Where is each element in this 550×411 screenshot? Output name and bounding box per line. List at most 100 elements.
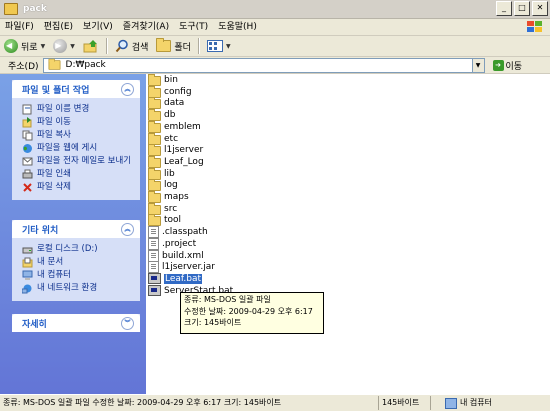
file-item[interactable]: db bbox=[148, 109, 176, 122]
folder-icon bbox=[148, 97, 161, 110]
file-name: l1jserver.jar bbox=[162, 262, 215, 273]
address-input[interactable]: D:₩pack ▼ bbox=[42, 57, 485, 73]
computer-icon bbox=[22, 270, 33, 280]
go-label: 이동 bbox=[505, 61, 523, 72]
views-button[interactable]: ▼ bbox=[203, 37, 235, 55]
details-title: 자세히 bbox=[22, 319, 47, 330]
task-email[interactable]: 파일을 전자 메일로 보내기 bbox=[22, 155, 134, 168]
menu-bar: 파일(F) 편집(E) 보기(V) 즐겨찾기(A) 도구(T) 도움말(H) bbox=[0, 19, 550, 36]
chevron-down-icon: ▼ bbox=[70, 42, 75, 50]
forward-button[interactable]: ▶ ▼ bbox=[49, 37, 79, 55]
file-item[interactable]: lib bbox=[148, 167, 175, 180]
task-label: 파일을 전자 메일로 보내기 bbox=[37, 156, 132, 166]
file-item[interactable]: config bbox=[148, 85, 192, 98]
file-item[interactable]: l1jserver.jar bbox=[148, 261, 215, 274]
file-item[interactable]: emblem bbox=[148, 120, 201, 133]
status-location: 내 컴퓨터 bbox=[431, 396, 550, 410]
window-title: pack bbox=[23, 4, 47, 14]
file-name: etc bbox=[164, 133, 179, 144]
file-item[interactable]: etc bbox=[148, 132, 179, 145]
batch-file-icon bbox=[148, 285, 161, 297]
task-pane: 파일 및 폴더 작업 ︽ 파일 이름 변경 파일 이동 파일 복사 파일을 웹에… bbox=[0, 74, 146, 394]
place-my-documents[interactable]: 내 문서 bbox=[22, 256, 134, 269]
task-print[interactable]: 파일 인쇄 bbox=[22, 168, 134, 181]
address-dropdown-button[interactable]: ▼ bbox=[471, 58, 484, 72]
file-item[interactable]: Leaf_Log bbox=[148, 155, 204, 168]
window-controls: _ □ ✕ bbox=[496, 1, 548, 16]
file-item[interactable]: maps bbox=[148, 191, 189, 203]
folder-icon bbox=[148, 179, 161, 192]
search-button[interactable]: 검색 bbox=[111, 37, 153, 55]
folders-label: 폴더 bbox=[174, 42, 191, 53]
menu-help[interactable]: 도움말(H) bbox=[213, 19, 262, 35]
place-local-disk[interactable]: 로컬 디스크 (D:) bbox=[22, 243, 134, 256]
other-places-header[interactable]: 기타 위치 ︽ bbox=[12, 220, 140, 238]
up-folder-icon bbox=[83, 40, 97, 53]
file-item[interactable]: .project bbox=[148, 237, 197, 250]
file-name: bin bbox=[164, 75, 178, 85]
task-publish-web[interactable]: 파일을 웹에 게시 bbox=[22, 142, 134, 155]
folders-icon bbox=[156, 38, 172, 52]
collapse-icon[interactable]: ︽ bbox=[121, 82, 134, 96]
close-button[interactable]: ✕ bbox=[532, 1, 548, 16]
file-tasks-list: 파일 이름 변경 파일 이동 파일 복사 파일을 웹에 게시 파일을 전자 메일… bbox=[12, 98, 140, 200]
title-bar: pack _ □ ✕ bbox=[0, 0, 550, 19]
menu-tools[interactable]: 도구(T) bbox=[174, 19, 213, 35]
up-folder-button[interactable] bbox=[79, 37, 103, 55]
file-item[interactable]: src bbox=[148, 202, 178, 215]
task-rename[interactable]: 파일 이름 변경 bbox=[22, 103, 134, 116]
menu-file[interactable]: 파일(F) bbox=[0, 19, 39, 35]
collapse-icon[interactable]: ︽ bbox=[121, 222, 134, 236]
go-button[interactable]: ➜ 이동 bbox=[492, 59, 523, 72]
menu-edit[interactable]: 편집(E) bbox=[39, 19, 78, 35]
copy-icon bbox=[22, 130, 33, 141]
file-item[interactable]: bin bbox=[148, 74, 178, 86]
file-tasks-panel: 파일 및 폴더 작업 ︽ 파일 이름 변경 파일 이동 파일 복사 파일을 웹에… bbox=[12, 80, 140, 200]
other-places-list: 로컬 디스크 (D:) 내 문서 내 컴퓨터 내 네트워크 환경 bbox=[12, 238, 140, 301]
file-item-selected[interactable]: Leaf.bat bbox=[148, 273, 203, 285]
place-my-network[interactable]: 내 네트워크 환경 bbox=[22, 282, 134, 295]
address-bar: 주소(D) D:₩pack ▼ ➜ 이동 bbox=[0, 57, 550, 74]
file-item[interactable]: l1jserver bbox=[148, 144, 203, 157]
file-item[interactable]: build.xml bbox=[148, 249, 204, 262]
document-icon bbox=[148, 226, 159, 239]
file-name: .classpath bbox=[162, 227, 208, 238]
folders-button[interactable]: 폴더 bbox=[152, 37, 195, 55]
task-move[interactable]: 파일 이동 bbox=[22, 116, 134, 129]
file-name: db bbox=[164, 110, 176, 121]
folder-icon bbox=[48, 58, 61, 70]
task-copy[interactable]: 파일 복사 bbox=[22, 129, 134, 142]
file-name: src bbox=[164, 203, 178, 214]
folder-icon bbox=[148, 167, 161, 180]
folder-icon bbox=[148, 214, 161, 227]
expand-icon[interactable]: ︾ bbox=[121, 316, 134, 330]
computer-icon bbox=[445, 397, 457, 409]
email-icon bbox=[22, 157, 33, 166]
file-item[interactable]: data bbox=[148, 97, 184, 110]
task-delete[interactable]: 파일 삭제 bbox=[22, 181, 134, 194]
maximize-button[interactable]: □ bbox=[514, 1, 530, 16]
file-list: bin config data db emblem etc l1jserver … bbox=[146, 74, 550, 394]
menu-view[interactable]: 보기(V) bbox=[78, 19, 118, 35]
back-arrow-icon: ◀ bbox=[4, 39, 18, 53]
place-label: 로컬 디스크 (D:) bbox=[37, 244, 98, 254]
file-item[interactable]: log bbox=[148, 179, 178, 192]
file-name: Leaf.bat bbox=[164, 273, 203, 284]
task-label: 파일 이름 변경 bbox=[37, 104, 90, 114]
file-tasks-header[interactable]: 파일 및 폴더 작업 ︽ bbox=[12, 80, 140, 98]
details-header[interactable]: 자세히 ︾ bbox=[12, 314, 140, 332]
place-my-computer[interactable]: 내 컴퓨터 bbox=[22, 269, 134, 282]
file-item[interactable]: .classpath bbox=[148, 226, 208, 239]
file-name: .project bbox=[162, 238, 197, 249]
menu-favorites[interactable]: 즐겨찾기(A) bbox=[118, 19, 174, 35]
back-button[interactable]: ◀ 뒤로 ▼ bbox=[0, 37, 49, 55]
task-label: 파일을 웹에 게시 bbox=[37, 143, 98, 153]
network-icon bbox=[22, 284, 32, 294]
tooltip-size: 크기: 145바이트 bbox=[184, 318, 242, 327]
file-item[interactable]: tool bbox=[148, 214, 181, 227]
globe-icon bbox=[23, 144, 32, 153]
minimize-button[interactable]: _ bbox=[496, 1, 512, 16]
status-bar: 종류: MS-DOS 일괄 파일 수정한 날짜: 2009-04-29 오후 6… bbox=[0, 394, 550, 411]
rename-icon bbox=[22, 104, 32, 115]
task-label: 파일 인쇄 bbox=[37, 169, 71, 179]
